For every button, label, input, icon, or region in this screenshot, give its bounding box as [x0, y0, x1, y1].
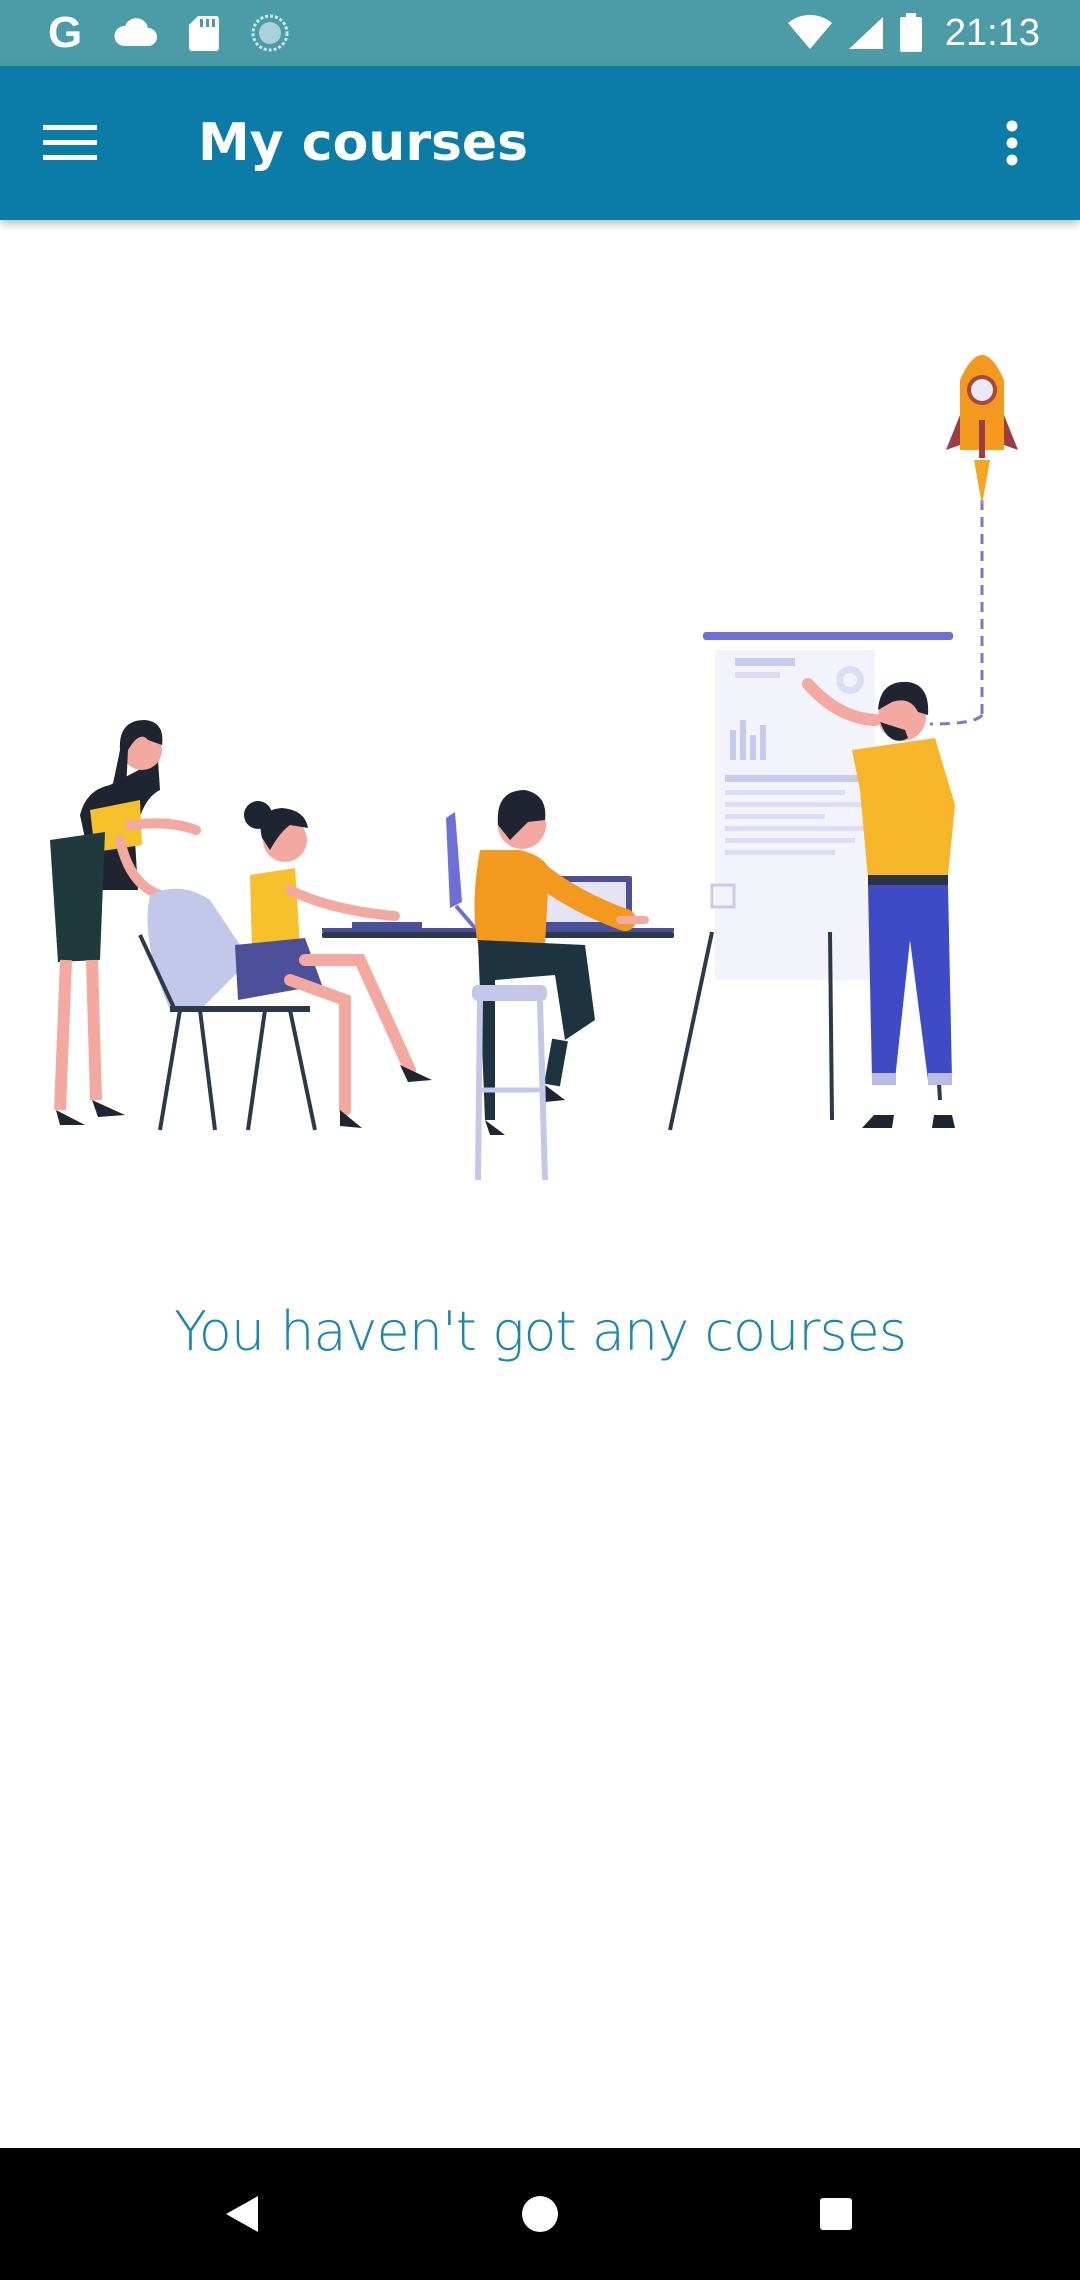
nav-home-button[interactable]	[500, 2174, 580, 2254]
recents-icon	[820, 2198, 852, 2230]
wifi-icon	[787, 15, 832, 49]
nav-recents-button[interactable]	[796, 2174, 876, 2254]
cloud-icon	[114, 18, 158, 46]
more-vert-icon	[1006, 120, 1018, 166]
seated-man-figure	[472, 790, 649, 1181]
menu-button[interactable]	[30, 103, 110, 183]
status-left-icons: G	[48, 0, 290, 66]
page-title: My courses	[198, 113, 529, 173]
status-right-icons: 21:13	[787, 0, 1040, 66]
seated-woman-figure	[235, 801, 432, 1128]
hamburger-menu-icon	[43, 125, 97, 160]
empty-state-message: You haven't got any courses	[173, 1300, 907, 1363]
overflow-menu-button[interactable]	[982, 103, 1042, 183]
google-icon: G	[48, 8, 83, 57]
status-time: 21:13	[944, 11, 1040, 54]
nav-back-button[interactable]	[202, 2174, 282, 2254]
rocket-icon	[929, 355, 1018, 726]
signal-icon	[848, 17, 883, 49]
back-icon	[226, 2196, 258, 2232]
system-nav-bar	[0, 2148, 1080, 2280]
app-bar: My courses	[0, 66, 1080, 220]
sd-card-icon	[189, 16, 220, 51]
sync-circle-icon	[251, 14, 289, 52]
status-bar: G 21:13	[0, 0, 1080, 66]
battery-icon	[899, 13, 922, 52]
team-working-illustration	[50, 355, 1018, 1181]
home-icon	[522, 2196, 558, 2232]
